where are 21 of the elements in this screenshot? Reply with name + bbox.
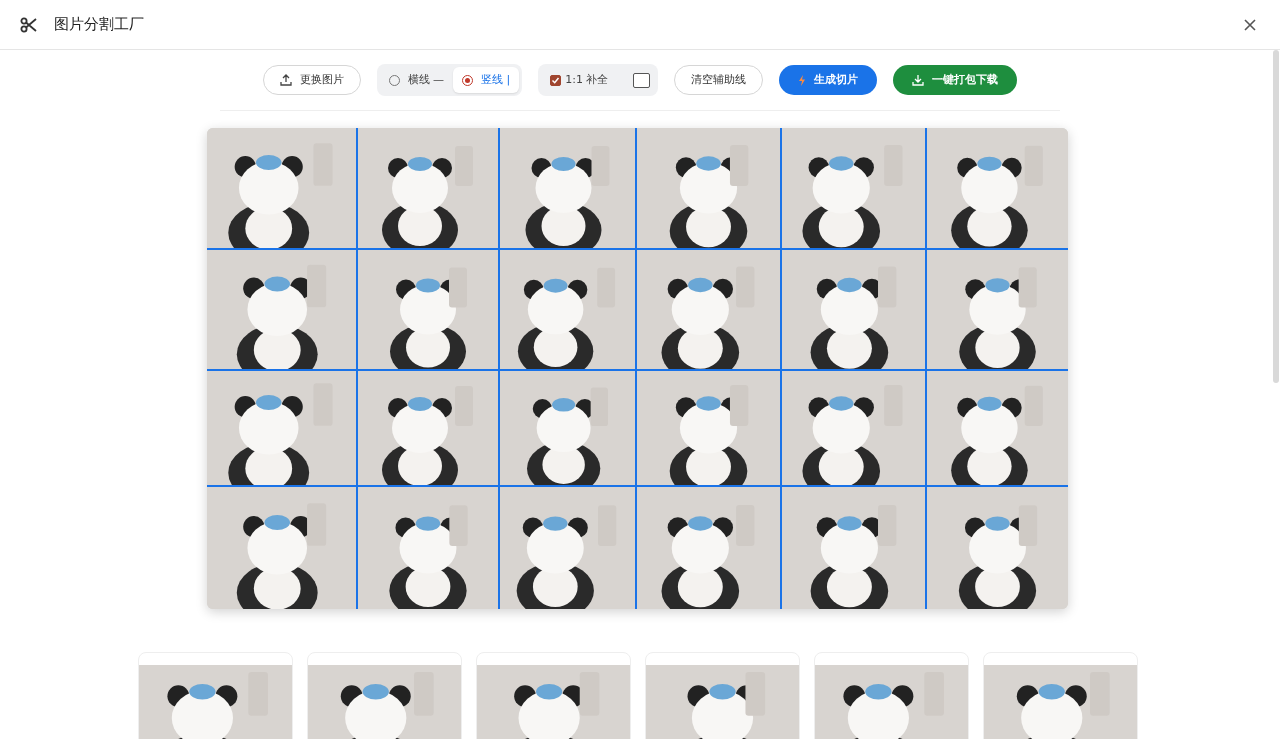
slice-card[interactable] [476, 652, 631, 739]
guide-mode-option[interactable]: 竖线 | [453, 67, 520, 93]
guide-mode-option[interactable]: 横线 — [379, 67, 454, 93]
fill-color-swatch[interactable] [633, 72, 651, 88]
upload-icon [279, 74, 292, 86]
lightning-icon [798, 74, 807, 86]
replace-image-button[interactable]: 更换图片 [262, 65, 361, 95]
slice-card[interactable] [645, 652, 800, 739]
download-all-button[interactable]: 一键打包下载 [893, 65, 1018, 95]
slice-card[interactable] [983, 652, 1138, 739]
clear-guides-button[interactable]: 清空辅助线 [674, 65, 764, 95]
close-icon[interactable] [1244, 18, 1256, 31]
checkmark-icon [551, 75, 561, 85]
scissors-icon [20, 16, 38, 33]
window-title: 图片分割工厂 [54, 14, 144, 36]
scrollbar[interactable] [1273, 50, 1279, 383]
download-icon [912, 74, 925, 86]
slice-card[interactable] [814, 652, 969, 739]
slice-card[interactable] [138, 652, 293, 739]
slice-card[interactable] [307, 652, 462, 739]
generate-slices-button[interactable]: 生成切片 [779, 65, 878, 95]
